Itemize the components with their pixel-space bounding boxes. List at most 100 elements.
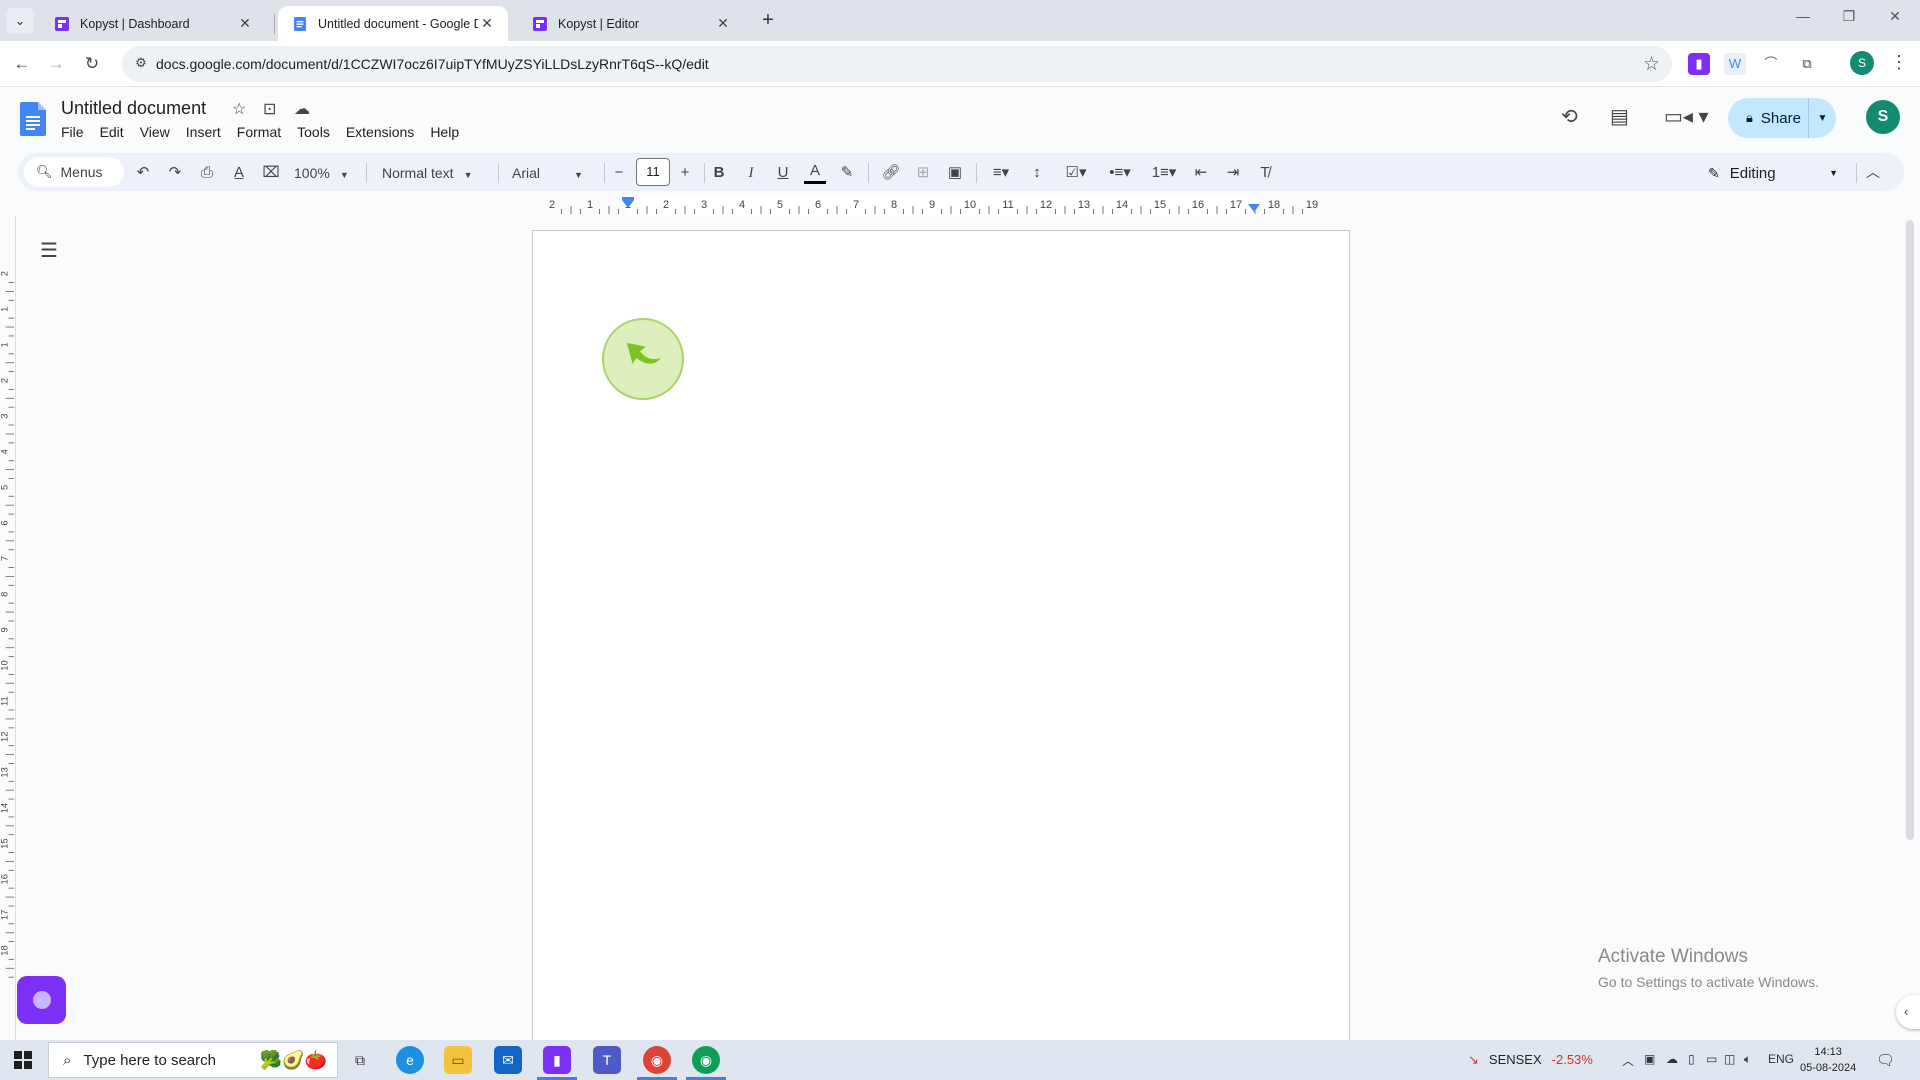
redo-icon[interactable]: ↷: [164, 162, 186, 184]
version-history-icon[interactable]: ⟲: [1561, 104, 1578, 129]
undo-icon[interactable]: ↶: [132, 162, 154, 184]
stock-ticker-widget[interactable]: ↘ SENSEX -2.53%: [1468, 1052, 1593, 1068]
bookmark-star-icon[interactable]: ☆: [1643, 53, 1660, 76]
arc-extension-icon[interactable]: ⌒: [1760, 53, 1782, 75]
clear-formatting-icon[interactable]: T̸: [1254, 162, 1276, 184]
editing-mode-dropdown[interactable]: ✎ Editing ▼: [1708, 161, 1838, 185]
reload-icon[interactable]: ↻: [80, 52, 104, 76]
share-button[interactable]: 🔒︎ Share ▼: [1728, 98, 1836, 138]
task-view-icon[interactable]: ⧉: [346, 1046, 374, 1074]
menu-format[interactable]: Format: [237, 124, 289, 140]
edge-browser-icon[interactable]: e: [396, 1046, 424, 1074]
mail-icon[interactable]: ✉: [494, 1046, 522, 1074]
kopyst-extension-icon[interactable]: ▮: [1688, 53, 1710, 75]
share-main[interactable]: 🔒︎ Share: [1728, 110, 1808, 127]
close-tab-icon[interactable]: ✕: [714, 15, 732, 32]
decrease-font-size-icon[interactable]: −: [608, 162, 630, 184]
notifications-icon[interactable]: 🗨︎: [1876, 1051, 1895, 1069]
url-text[interactable]: docs.google.com/document/d/1CCZWI7ocz6I7…: [156, 56, 709, 72]
chrome-profile-a-icon[interactable]: ◉: [643, 1046, 671, 1074]
restore-window-button[interactable]: ❐: [1826, 8, 1872, 32]
checklist-icon[interactable]: ☑▾: [1058, 162, 1094, 184]
menu-file[interactable]: File: [61, 124, 92, 140]
increase-font-size-icon[interactable]: +: [674, 162, 696, 184]
forward-arrow-icon[interactable]: →: [44, 52, 68, 76]
storage-icon[interactable]: ▯: [1688, 1052, 1695, 1066]
align-dropdown-icon[interactable]: ≡▾: [984, 162, 1018, 184]
browser-profile-avatar[interactable]: S: [1850, 51, 1874, 75]
tab-kopyst-editor[interactable]: Kopyst | Editor ✕: [518, 6, 744, 41]
increase-indent-icon[interactable]: ⇥: [1222, 162, 1244, 184]
taskbar-search-box[interactable]: ⌕ Type here to search 🥦🥑🍅: [48, 1042, 338, 1078]
meet-video-icon[interactable]: ▭◂ ▾: [1664, 104, 1709, 129]
line-spacing-icon[interactable]: ↕: [1026, 162, 1048, 184]
menu-extensions[interactable]: Extensions: [346, 124, 422, 140]
menu-edit[interactable]: Edit: [100, 124, 132, 140]
highlight-color-icon[interactable]: ✎: [836, 162, 858, 184]
italic-icon[interactable]: I: [740, 162, 762, 184]
text-color-icon[interactable]: A: [804, 162, 826, 184]
paragraph-style-dropdown[interactable]: Normal text ▼: [382, 162, 473, 184]
menu-view[interactable]: View: [140, 124, 178, 140]
underline-icon[interactable]: U: [772, 162, 794, 184]
volume-icon[interactable]: 🔈︎: [1744, 1052, 1751, 1067]
insert-image-icon[interactable]: ▣: [944, 162, 966, 184]
close-window-button[interactable]: ✕: [1872, 8, 1918, 32]
horizontal-ruler[interactable]: 2112345678910111213141516171819: [532, 196, 1350, 216]
input-language[interactable]: ENG: [1768, 1052, 1794, 1066]
battery-icon[interactable]: ▭: [1706, 1052, 1717, 1066]
onedrive-cloud-icon[interactable]: ☁: [1666, 1052, 1678, 1066]
document-outline-icon[interactable]: ☰: [40, 238, 58, 263]
file-explorer-icon[interactable]: ▭: [444, 1046, 472, 1074]
vertical-ruler[interactable]: 21123456789101112131415161718: [0, 216, 16, 1040]
side-panel-chevron-left-icon[interactable]: ‹: [1896, 995, 1920, 1029]
menu-insert[interactable]: Insert: [186, 124, 229, 140]
comments-icon[interactable]: ▤: [1610, 104, 1629, 129]
first-line-indent-marker-icon[interactable]: [622, 197, 634, 200]
close-tab-icon[interactable]: ✕: [478, 15, 496, 32]
windows-start-icon[interactable]: [14, 1051, 32, 1069]
system-clock[interactable]: 14:13 05-08-2024: [1800, 1044, 1856, 1076]
menu-help[interactable]: Help: [430, 124, 467, 140]
kopyst-taskbar-icon[interactable]: ▮: [543, 1046, 571, 1074]
document-title[interactable]: Untitled document: [61, 98, 206, 119]
spellcheck-icon[interactable]: A̲: [228, 162, 250, 184]
bulleted-list-icon[interactable]: •≡▾: [1102, 162, 1138, 184]
bold-icon[interactable]: B: [708, 162, 730, 184]
insert-link-icon[interactable]: 🔗︎: [880, 162, 902, 184]
add-comment-icon[interactable]: ⊞: [912, 162, 934, 184]
numbered-list-icon[interactable]: 1≡▾: [1146, 162, 1182, 184]
docs-extension-icon[interactable]: W: [1724, 53, 1746, 75]
tab-kopyst-dashboard[interactable]: Kopyst | Dashboard ✕: [40, 6, 266, 41]
chrome-profile-s-icon[interactable]: ◉: [692, 1046, 720, 1074]
close-tab-icon[interactable]: ✕: [236, 15, 254, 32]
tab-search-chevron-icon[interactable]: ⌄: [6, 8, 34, 34]
document-scrollbar[interactable]: [1906, 220, 1914, 840]
network-icon[interactable]: ◫: [1724, 1052, 1735, 1066]
minimize-window-button[interactable]: —: [1780, 8, 1826, 32]
back-arrow-icon[interactable]: ←: [10, 52, 34, 76]
show-hidden-icons-chevron-icon[interactable]: ︿: [1622, 1052, 1634, 1069]
move-folder-icon[interactable]: ⊡: [263, 99, 276, 119]
cloud-saved-icon[interactable]: ☁: [294, 99, 310, 119]
share-dropdown-chevron-icon[interactable]: ▼: [1808, 98, 1836, 138]
docs-logo-icon[interactable]: [20, 102, 46, 136]
site-settings-icon[interactable]: ⚙: [132, 55, 150, 73]
star-icon[interactable]: ☆: [232, 99, 246, 119]
font-family-dropdown[interactable]: Arial ▼: [512, 162, 592, 184]
font-size-input[interactable]: 11: [636, 158, 670, 186]
search-menus-button[interactable]: 🔍︎ Menus: [24, 157, 124, 187]
tab-untitled-document[interactable]: Untitled document - Google Docs ✕: [278, 6, 508, 41]
print-icon[interactable]: ⎙: [196, 162, 218, 184]
new-tab-button[interactable]: +: [756, 9, 780, 33]
browser-menu-icon[interactable]: ⋮: [1890, 52, 1908, 73]
address-bar[interactable]: ⚙ docs.google.com/document/d/1CCZWI7ocz6…: [122, 46, 1672, 82]
zoom-dropdown[interactable]: 100% ▼: [294, 162, 349, 184]
kopyst-record-button[interactable]: [17, 976, 66, 1024]
teams-tray-icon[interactable]: ▣: [1644, 1052, 1655, 1066]
paint-format-icon[interactable]: ⌧: [260, 162, 282, 184]
teams-icon[interactable]: T: [593, 1046, 621, 1074]
decrease-indent-icon[interactable]: ⇤: [1190, 162, 1212, 184]
hide-menus-chevron-up-icon[interactable]: ︿: [1866, 162, 1880, 182]
extensions-puzzle-icon[interactable]: ⧉: [1796, 53, 1818, 75]
